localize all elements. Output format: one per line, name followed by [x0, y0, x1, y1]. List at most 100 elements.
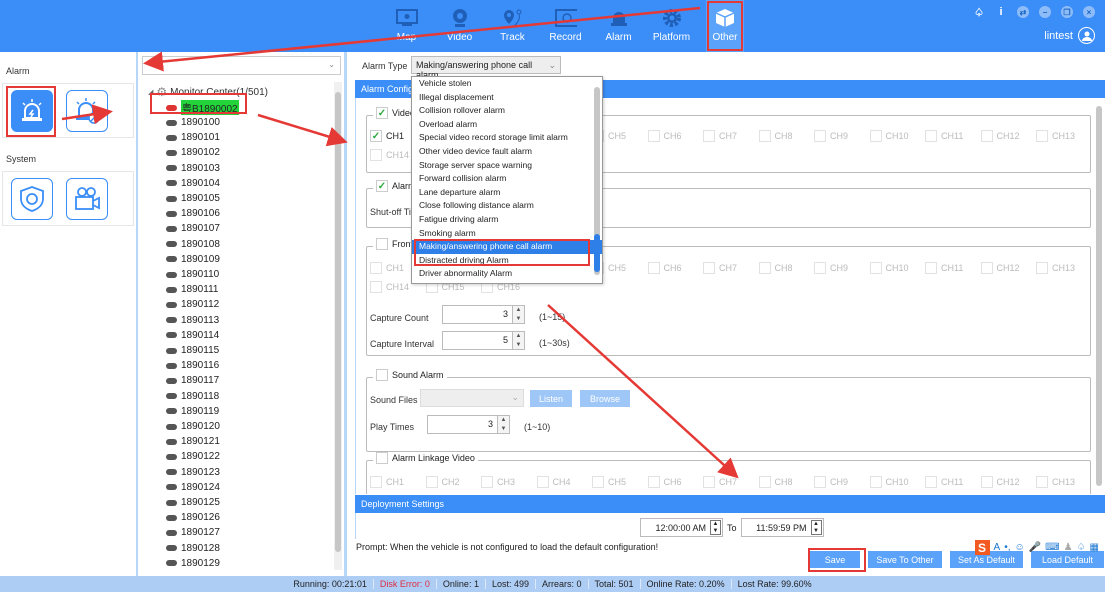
tree-node[interactable]: 1890126 — [166, 510, 220, 525]
checkbox[interactable] — [869, 262, 882, 274]
alarm-linkage-legend[interactable]: Alarm Linkage Video — [373, 452, 478, 464]
dropdown-option[interactable]: Collision rollover alarm — [412, 104, 602, 118]
checkbox[interactable]: ✓ — [370, 130, 382, 142]
channel-checkbox[interactable]: CH13 — [1036, 130, 1075, 142]
tree-node[interactable]: 1890105 — [166, 191, 220, 206]
video-settings-button[interactable] — [66, 178, 108, 220]
spinner-icon[interactable]: ▲ ▼ — [810, 520, 822, 535]
punctuation-icon[interactable]: •, — [1004, 542, 1010, 553]
tree-node[interactable]: 1890118 — [166, 389, 219, 404]
channel-checkbox[interactable]: CH11 — [925, 476, 963, 488]
channel-checkbox[interactable]: CH6 — [647, 476, 682, 488]
dropdown-option[interactable]: Close following distance alarm — [412, 199, 602, 213]
tree-node[interactable]: 1890129 — [166, 556, 220, 571]
channel-checkbox[interactable]: CH12 — [980, 262, 1020, 274]
save-to-other-button[interactable]: Save To Other — [868, 551, 942, 568]
alarm-type-select[interactable]: Making/answering phone call alarm ⌄ — [411, 56, 561, 80]
tree-node[interactable]: 1890122 — [166, 449, 220, 464]
tree-scrollbar[interactable] — [334, 82, 342, 570]
checkbox[interactable] — [925, 130, 937, 142]
channel-checkbox[interactable]: CH14 — [370, 149, 409, 161]
skin-icon[interactable]: ♤ — [973, 6, 985, 19]
dropdown-option[interactable]: Storage server space warning — [412, 159, 602, 173]
spinner-icon[interactable]: ▲ ▼ — [512, 306, 524, 323]
tree-node[interactable]: 1890117 — [166, 373, 219, 388]
dropdown-option[interactable]: Forward collision alarm — [412, 172, 602, 186]
dropdown-option[interactable]: Other video device fault alarm — [412, 145, 602, 159]
tree-node[interactable]: 1890123 — [166, 465, 220, 480]
checkbox[interactable] — [592, 476, 604, 488]
emoji-icon[interactable]: ☺ — [1015, 542, 1025, 553]
alarm-linkage-checkbox[interactable] — [376, 452, 388, 464]
keyboard-icon[interactable]: ⌨ — [1045, 542, 1059, 553]
channel-checkbox[interactable]: CH13 — [1036, 476, 1075, 488]
tree-node[interactable]: 1890120 — [166, 419, 220, 434]
tree-node[interactable]: 1890106 — [166, 206, 220, 221]
microphone-icon[interactable]: 🎤 — [1029, 542, 1041, 553]
nav-map[interactable]: Map — [380, 0, 433, 52]
checkbox[interactable] — [703, 476, 715, 488]
checkbox[interactable] — [980, 130, 993, 142]
checkbox[interactable] — [980, 476, 993, 488]
checkbox[interactable] — [647, 476, 660, 488]
channel-checkbox[interactable]: CH10 — [869, 262, 909, 274]
channel-checkbox[interactable]: CH4 — [536, 476, 571, 488]
checkbox[interactable] — [869, 130, 882, 142]
checkbox[interactable] — [1036, 130, 1048, 142]
tree-node[interactable]: 1890104 — [166, 176, 220, 191]
checkbox[interactable] — [370, 149, 382, 161]
checkbox[interactable] — [370, 281, 382, 293]
config-scrollbar[interactable] — [1096, 100, 1103, 492]
spinner-icon[interactable]: ▲ ▼ — [710, 520, 721, 535]
avatar[interactable] — [1078, 27, 1095, 44]
system-maintenance-button[interactable] — [11, 178, 53, 220]
skin-icon[interactable]: ♤ — [1077, 542, 1086, 553]
checkbox[interactable] — [814, 262, 826, 274]
sound-alarm-checkbox[interactable] — [376, 369, 388, 381]
checkbox[interactable] — [1036, 262, 1048, 274]
checkbox[interactable] — [869, 476, 882, 488]
channel-checkbox[interactable]: CH7 — [703, 476, 737, 488]
spinner-icon[interactable]: ▲ ▼ — [497, 416, 509, 433]
checkbox[interactable] — [536, 476, 549, 488]
channel-checkbox[interactable]: CH11 — [925, 262, 963, 274]
dropdown-option[interactable]: Overload alarm — [412, 118, 602, 132]
start-time-input[interactable]: 12:00:00 AM ▲ ▼ — [640, 518, 723, 537]
switch-icon[interactable]: ⇄ — [1017, 6, 1029, 18]
end-time-input[interactable]: 11:59:59 PM ▲ ▼ — [740, 518, 824, 537]
checkbox[interactable] — [980, 262, 993, 274]
channel-checkbox[interactable]: CH14 — [370, 281, 409, 293]
channel-checkbox[interactable]: CH9 — [814, 262, 848, 274]
channel-checkbox[interactable]: ✓ CH1 — [370, 130, 404, 142]
channel-checkbox[interactable]: CH13 — [1036, 262, 1075, 274]
checkbox[interactable] — [758, 476, 771, 488]
scrollbar-thumb[interactable] — [1096, 106, 1102, 486]
tree-node[interactable]: 1890101 — [166, 130, 220, 145]
alarm-type-dropdown[interactable]: Vehicle stolen Illegal displacement Collis… — [411, 76, 603, 284]
sogou-logo-icon[interactable]: S — [974, 540, 990, 555]
dropdown-option[interactable]: Vehicle stolen — [412, 77, 602, 91]
checkbox[interactable] — [758, 130, 771, 142]
tree-node[interactable]: 1890113 — [166, 313, 219, 328]
tree-node[interactable]: 1890107 — [166, 221, 220, 236]
checkbox[interactable] — [425, 476, 438, 488]
scrollbar-thumb[interactable] — [335, 92, 341, 552]
channel-checkbox[interactable]: CH12 — [980, 130, 1020, 142]
channel-checkbox[interactable]: CH3 — [481, 476, 515, 488]
channel-checkbox[interactable]: CH1 — [370, 476, 404, 488]
capture-interval-input[interactable]: 5 ▲ ▼ — [442, 331, 525, 350]
channel-checkbox[interactable]: CH6 — [647, 262, 682, 274]
tree-node[interactable]: 1890109 — [166, 252, 220, 267]
nav-video[interactable]: Video — [433, 0, 486, 52]
restore-icon[interactable]: ❐ — [1061, 6, 1073, 18]
minimize-icon[interactable]: − — [1039, 6, 1051, 18]
tree-node[interactable]: 1890111 — [166, 282, 218, 297]
checkbox[interactable] — [370, 476, 382, 488]
chevron-down-icon[interactable]: ⌄ — [328, 60, 335, 69]
capture-count-input[interactable]: 3 ▲ ▼ — [442, 305, 525, 324]
front-end-checkbox[interactable] — [376, 238, 388, 250]
tree-node[interactable]: 1890103 — [166, 161, 220, 176]
tree-search-input[interactable]: ⌄ — [142, 56, 341, 75]
tree-node[interactable]: 1890128 — [166, 541, 220, 556]
tree-node[interactable]: 1890124 — [166, 480, 220, 495]
